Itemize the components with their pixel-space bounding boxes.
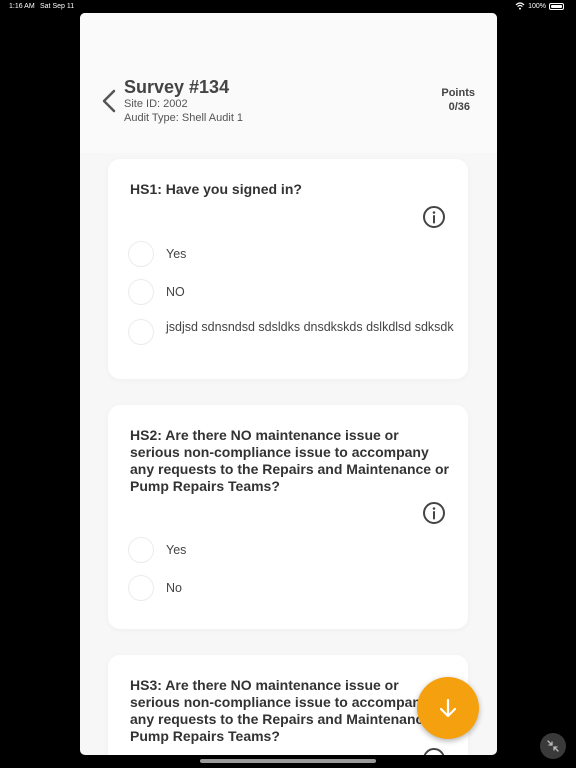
option-label: Yes <box>166 543 187 557</box>
status-time: 1:16 AM <box>9 3 35 10</box>
question-text: HS2: Are there NO maintenance issue or s… <box>130 427 449 494</box>
question-card: HS1: Have you signed in? Yes NO jsdjsd s… <box>108 159 468 379</box>
option-label: No <box>166 581 182 595</box>
home-indicator[interactable] <box>200 759 376 763</box>
question-card: HS2: Are there NO maintenance issue or s… <box>108 405 468 629</box>
info-icon[interactable] <box>422 205 446 229</box>
radio-button[interactable] <box>128 241 154 267</box>
answer-option[interactable]: Yes <box>128 241 456 267</box>
answer-option[interactable]: Yes <box>128 537 456 563</box>
option-label: jsdjsd sdnsndsd sdsldks dnsdkskds dslkdl… <box>166 320 454 334</box>
answer-option[interactable]: jsdjsd sdnsndsd sdsldks dnsdkskds dslkdl… <box>128 319 456 345</box>
audit-type: Audit Type: Shell Audit 1 <box>124 112 244 124</box>
wifi-icon <box>515 2 525 10</box>
site-id: Site ID: 2002 <box>124 98 188 110</box>
radio-button[interactable] <box>128 279 154 305</box>
battery-percent: 100% <box>528 2 546 10</box>
status-bar: 1:16 AM Sat Sep 11 100% <box>0 0 576 14</box>
points-value: 0/36 <box>448 101 470 113</box>
compress-icon <box>547 740 559 752</box>
survey-sheet: Survey #134 Site ID: 2002 Audit Type: Sh… <box>80 13 497 755</box>
info-icon[interactable] <box>422 747 446 755</box>
status-date: Sat Sep 11 <box>40 3 75 10</box>
question-text: HS1: Have you signed in? <box>130 181 302 197</box>
compress-button[interactable] <box>540 733 566 759</box>
question-text: HS3: Are there NO maintenance issue or s… <box>130 677 449 744</box>
answer-option[interactable]: NO <box>128 279 456 305</box>
scroll-down-button[interactable] <box>417 677 479 739</box>
radio-button[interactable] <box>128 575 154 601</box>
question-card: HS3: Are there NO maintenance issue or s… <box>108 655 468 755</box>
survey-header: Survey #134 Site ID: 2002 Audit Type: Sh… <box>80 13 497 153</box>
points-label: Points <box>441 87 475 99</box>
info-icon[interactable] <box>422 501 446 525</box>
status-right: 100% <box>515 2 564 10</box>
survey-title: Survey #134 <box>124 77 230 97</box>
radio-button[interactable] <box>128 537 154 563</box>
radio-button[interactable] <box>128 319 154 345</box>
answer-option[interactable]: No <box>128 575 456 601</box>
option-label: NO <box>166 285 185 299</box>
battery-icon <box>549 2 564 10</box>
chevron-left-icon[interactable] <box>100 89 120 113</box>
arrow-down-icon <box>439 698 457 718</box>
option-label: Yes <box>166 247 187 261</box>
